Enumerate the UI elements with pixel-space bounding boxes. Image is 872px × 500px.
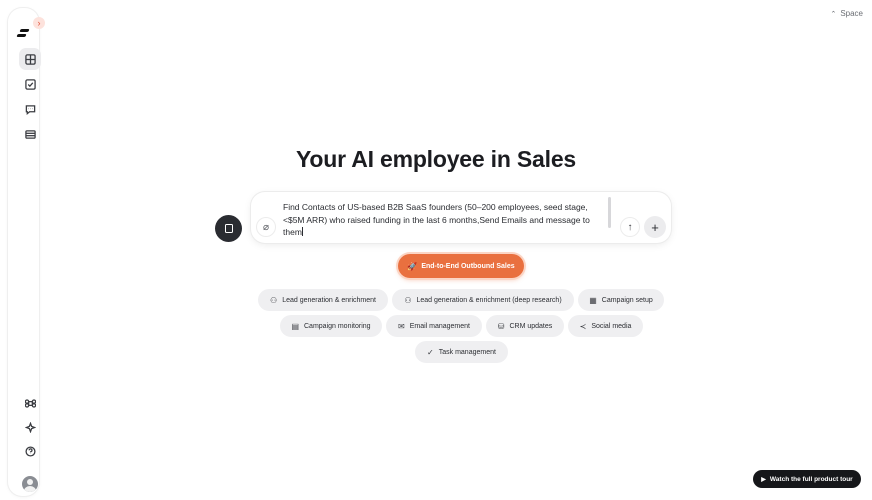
users-icon: ⚇ [404, 295, 412, 305]
sidebar-item-tasks[interactable] [19, 73, 41, 95]
check-circle-icon: ✓ [427, 347, 434, 357]
message-icon [25, 104, 35, 115]
chevron-up-icon: ⌃ [830, 10, 837, 18]
paperclip-icon: ⌀ [262, 221, 270, 233]
chip-label: CRM updates [509, 322, 553, 330]
chip-crm-updates[interactable]: ⛁ CRM updates [486, 315, 564, 337]
agent-toggle-button[interactable] [215, 215, 242, 242]
chip-social-media[interactable]: ≺ Social media [568, 315, 643, 337]
checkbox-icon [24, 78, 36, 90]
share-icon: ≺ [579, 321, 587, 331]
sidebar-item-ai-magic[interactable] [19, 416, 41, 438]
prompt-box: ⌀ Find Contacts of US-based B2B SaaS fou… [251, 192, 671, 243]
help-icon [24, 445, 36, 457]
sidebar [8, 8, 41, 496]
chip-label: Social media [591, 322, 632, 330]
avatar[interactable] [22, 476, 38, 492]
sidebar-item-dashboard[interactable] [19, 48, 41, 70]
logo[interactable] [16, 28, 30, 38]
send-button[interactable]: ↑ [620, 217, 640, 237]
arrow-up-icon: ↑ [627, 221, 633, 233]
mail-icon: ✉ [397, 321, 405, 331]
chip-label: Lead generation & enrichment (deep resea… [416, 296, 562, 304]
command-icon [24, 398, 36, 408]
chip-email-management[interactable]: ✉ Email management [386, 315, 482, 337]
chip-lead-generation[interactable]: ⚇ Lead generation & enrichment [258, 289, 388, 311]
sparkle-icon [24, 421, 36, 433]
outbound-sales-button[interactable]: 🚀 End-to-End Outbound Sales [398, 254, 524, 278]
sidebar-item-help[interactable] [19, 440, 41, 462]
chip-label: Task management [438, 348, 496, 356]
space-label: Space [840, 9, 863, 18]
grid-icon [24, 53, 36, 65]
chip-label: Campaign monitoring [304, 322, 371, 330]
chip-lead-generation-deep-research[interactable]: ⚇ Lead generation & enrichment (deep res… [392, 289, 574, 311]
calendar-icon: ▦ [589, 295, 597, 305]
chip-campaign-monitoring[interactable]: ▤ Campaign monitoring [280, 315, 382, 337]
add-button[interactable]: + [644, 216, 666, 238]
attach-button[interactable]: ⌀ [256, 217, 276, 237]
sidebar-item-shortcuts[interactable] [19, 392, 41, 414]
document-icon [224, 224, 233, 233]
chart-icon: ▤ [291, 321, 299, 331]
product-tour-button[interactable]: ▶ Watch the full product tour [753, 470, 861, 488]
outbound-sales-label: End-to-End Outbound Sales [421, 262, 515, 270]
sidebar-expand-button[interactable]: › [33, 17, 45, 29]
page-title: Your AI employee in Sales [295, 146, 577, 172]
users-icon: ⚇ [270, 295, 278, 305]
database-icon: ⛁ [497, 321, 505, 331]
rocket-icon: 🚀 [407, 261, 418, 271]
play-icon: ▶ [761, 476, 766, 483]
chip-task-management[interactable]: ✓ Task management [415, 341, 508, 363]
sidebar-item-chat[interactable] [19, 98, 41, 120]
plus-icon: + [651, 219, 659, 235]
chip-label: Email management [409, 322, 470, 330]
chip-label: Campaign setup [601, 296, 653, 304]
space-switcher[interactable]: ⌃ Space [830, 9, 863, 18]
prompt-input[interactable]: Find Contacts of US-based B2B SaaS found… [283, 201, 603, 239]
prompt-text: Find Contacts of US-based B2B SaaS found… [283, 202, 590, 237]
chip-campaign-setup[interactable]: ▦ Campaign setup [578, 289, 664, 311]
table-icon [24, 129, 36, 139]
text-cursor [301, 227, 303, 236]
product-tour-label: Watch the full product tour [769, 475, 853, 483]
prompt-scrollbar[interactable] [608, 197, 611, 228]
chip-label: Lead generation & enrichment [282, 296, 376, 304]
sidebar-item-table[interactable] [19, 123, 41, 145]
